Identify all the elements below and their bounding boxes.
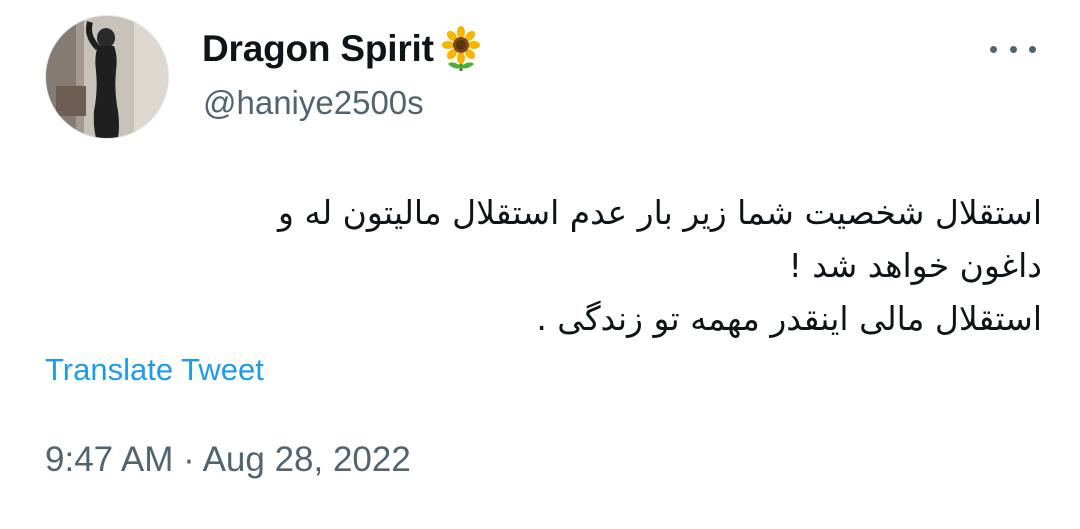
avatar[interactable]	[46, 16, 168, 138]
tweet-line: استقلال مالی اینقدر مهمه تو زندگی .	[536, 299, 1042, 338]
tweet-line: استقلال شخصیت شما زیر بار عدم استقلال ما…	[277, 193, 1042, 232]
user-handle[interactable]: @haniye2500s	[203, 84, 424, 122]
tweet-line: داغون خواهد شد !	[788, 246, 1042, 285]
tweet-card: Dragon Spirit @haniye2500s استقلال شخصیت…	[0, 0, 1080, 529]
display-name[interactable]: Dragon Spirit	[202, 26, 484, 72]
more-dot	[1009, 45, 1017, 53]
more-dot	[990, 45, 997, 53]
sunflower-icon	[438, 26, 484, 72]
avatar-photo	[46, 16, 168, 138]
more-dot	[1029, 45, 1036, 53]
tweet-timestamp[interactable]: 9:47 AM · Aug 28, 2022	[45, 440, 411, 480]
translate-tweet-link[interactable]: Translate Tweet	[45, 352, 264, 388]
display-name-text[interactable]: Dragon Spirit	[202, 28, 434, 70]
tweet-text: استقلال شخصیت شما زیر بار عدم استقلال ما…	[42, 186, 1042, 345]
more-options-icon[interactable]	[990, 36, 1036, 62]
